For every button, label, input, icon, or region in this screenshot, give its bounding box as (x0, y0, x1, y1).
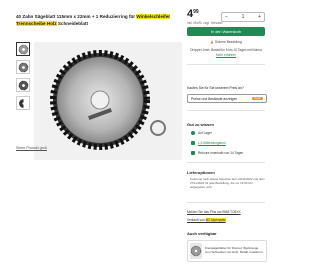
quantity-stepper[interactable]: − 1 + (221, 12, 265, 22)
qty-value[interactable]: 1 (242, 14, 245, 20)
saw-blade-icon (18, 80, 28, 90)
secure-payment-label: Sichere Bezahlung (215, 40, 242, 44)
also-product-text: Kreissägeblätter für Dremel, Werkzeuge z… (205, 246, 264, 254)
price-cents: 99 (193, 9, 199, 15)
compare-prices-button[interactable]: Preise und Bestände anzeigen idealo (187, 94, 267, 103)
divider (187, 64, 265, 65)
divider (187, 202, 265, 203)
price: 499 (187, 8, 199, 20)
add-to-cart-button[interactable]: In den Warenkorb (187, 27, 265, 36)
product-title-text: 40 Zahn Sägeblatt 115mm x 22mm + 1 Reduz… (16, 14, 137, 19)
saw-blade-icon (18, 98, 25, 108)
thumbnail-4[interactable] (16, 96, 30, 110)
price-note: inkl. MwSt. zzgl. Versand (187, 21, 223, 25)
divider (187, 162, 265, 163)
report-link[interactable]: Melden Sie das Pins um 9868 TO5XX (187, 210, 241, 214)
thumbnail-3[interactable] (16, 78, 30, 92)
delivery-text: Lieferung nach Hause zwischen dem 23/11/… (190, 177, 265, 189)
seller-prefix: Verkauft von (187, 218, 206, 222)
feature-bonus[interactable]: 1,5 Altkleidungsbon (191, 141, 226, 145)
qty-plus-button[interactable]: + (258, 14, 261, 20)
feature-label: 1,5 Altkleidungsbon (198, 141, 226, 145)
compare-button-label: Preise und Bestände anzeigen (191, 96, 238, 101)
feature-label: Auf Lager (198, 131, 212, 135)
saw-blade-icon (190, 245, 202, 257)
also-available-heading: Auch verfügbar (187, 231, 217, 236)
saw-blade-image (50, 50, 166, 150)
zoom-link[interactable]: Siehe Produkt groß (16, 146, 47, 150)
product-image[interactable] (34, 42, 182, 160)
thumbnail-2[interactable] (16, 60, 30, 74)
idealo-logo: idealo (252, 97, 263, 100)
seller-link[interactable]: Verkauft von M2 Alpenplatz (187, 218, 226, 222)
also-product-image (190, 243, 202, 259)
stock-info: Dropper Jetzt: Bestellt in 6 bis 10 Tage… (190, 48, 262, 52)
more-info-link[interactable]: Mehr erfahren (187, 53, 265, 57)
seller-name: M2 Alpenplatz (205, 218, 226, 222)
check-icon (191, 131, 195, 135)
divider (187, 110, 265, 111)
feature-label: Retoure innerhalb von 14 Tagen (198, 151, 244, 155)
thumbnail-list (16, 42, 30, 114)
compare-heading: Kaufen Sie für Sie unserem Preis an? (187, 86, 244, 90)
return-icon (191, 151, 195, 155)
coin-icon (191, 141, 195, 145)
saw-blade-icon (18, 62, 28, 72)
product-title-tail: Schneideblatt (56, 20, 88, 26)
qty-minus-button[interactable]: − (225, 14, 228, 20)
saw-blade-icon (18, 44, 28, 54)
delivery-heading: Lieferoptionen (187, 170, 215, 175)
product-title: 40 Zahn Sägeblatt 115mm x 22mm + 1 Reduz… (16, 14, 174, 27)
also-available-card[interactable]: Kreissägeblätter für Dremel, Werkzeuge z… (187, 240, 267, 262)
feature-return: Retoure innerhalb von 14 Tagen (191, 151, 243, 155)
secure-payment: 🔒 Sichere Bezahlung (187, 40, 265, 44)
good-to-know-heading: Gut zu wissen (187, 122, 214, 127)
feature-in-stock: Auf Lager (191, 131, 212, 135)
thumbnail-1[interactable] (16, 42, 30, 56)
